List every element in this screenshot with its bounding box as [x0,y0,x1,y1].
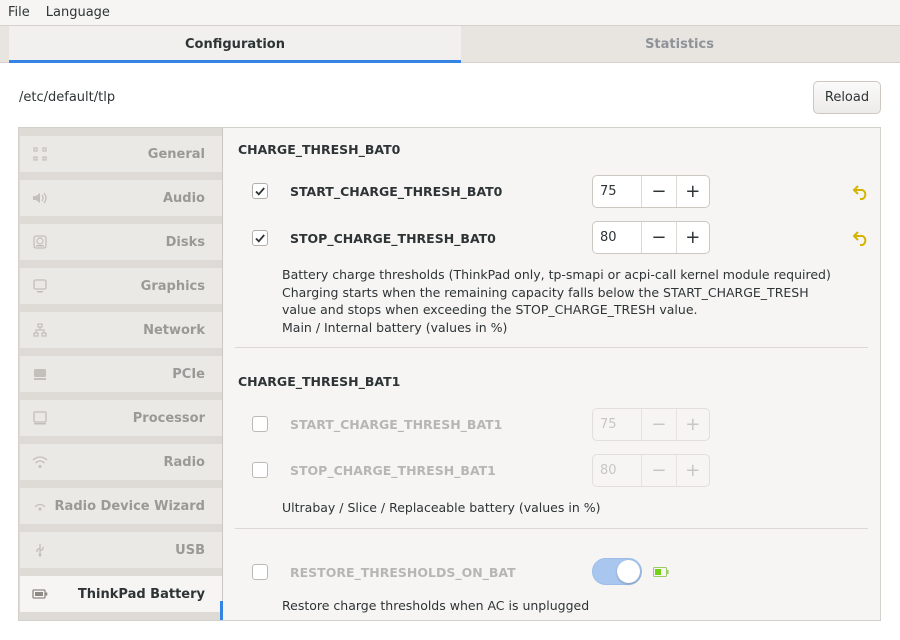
undo-icon[interactable] [852,184,870,200]
sidebar-item-label: Radio Device Wizard [54,498,205,514]
stop-charge-thresh-bat0-spinbutton[interactable]: 80 − + [592,221,710,254]
sidebar-item-label: Disks [165,234,205,250]
processor-icon [32,411,48,425]
bat0-description: Battery charge thresholds (ThinkPad only… [282,267,831,335]
reload-button[interactable]: Reload [813,81,881,114]
start-charge-thresh-bat0-checkbox[interactable] [252,183,268,199]
stop-charge-thresh-bat1-label: STOP_CHARGE_THRESH_BAT1 [290,463,496,478]
separator [235,528,868,529]
decrement-button[interactable]: − [642,176,675,207]
general-icon [32,147,48,161]
stop-charge-thresh-bat1-checkbox[interactable] [252,462,268,478]
bat1-description: Ultrabay / Slice / Replaceable battery (… [282,500,601,515]
increment-button[interactable]: + [675,176,709,207]
disk-icon [32,235,48,249]
pcie-icon [32,367,48,381]
speaker-icon [32,191,48,205]
battery-settings: CHARGE_THRESH_BAT0 START_CHARGE_THRESH_B… [223,128,880,620]
section-title-bat0: CHARGE_THRESH_BAT0 [238,142,401,157]
undo-icon[interactable] [852,230,870,246]
sidebar-item-graphics[interactable]: Graphics [20,268,222,304]
menu-language[interactable]: Language [38,0,118,25]
tab-statistics[interactable]: Statistics [461,26,898,63]
sidebar-item-processor[interactable]: Processor [20,400,222,436]
sidebar-item-network[interactable]: Network [20,312,222,348]
usb-icon [32,543,48,557]
sidebar-item-label: Radio [163,454,205,470]
battery-icon [32,587,48,601]
network-icon [32,323,48,337]
checkmark-icon [255,234,265,243]
sidebar-item-label: Processor [132,410,205,426]
tab-configuration[interactable]: Configuration [9,26,461,63]
sidebar-item-label: General [147,146,205,162]
increment-button[interactable]: + [675,455,709,486]
settings-panel: General Audio Disks Graphics Network PCI… [18,127,881,621]
sidebar-item-radio-device-wizard[interactable]: Radio Device Wizard [20,488,222,524]
wizard-icon [32,499,48,513]
separator [235,347,868,348]
increment-button[interactable]: + [675,409,709,440]
decrement-button[interactable]: − [642,455,675,486]
spin-value[interactable]: 75 [593,409,643,440]
start-charge-thresh-bat1-checkbox[interactable] [252,416,268,432]
menu-file[interactable]: File [0,0,38,25]
decrement-button[interactable]: − [642,409,675,440]
toggle-knob[interactable] [617,560,640,583]
sidebar-item-label: ThinkPad Battery [77,586,205,602]
sidebar-item-pcie[interactable]: PCIe [20,356,222,392]
start-charge-thresh-bat0-label: START_CHARGE_THRESH_BAT0 [290,184,503,199]
spin-value[interactable]: 75 [593,176,643,207]
monitor-icon [32,279,48,293]
sidebar-item-audio[interactable]: Audio [20,180,222,216]
start-charge-thresh-bat0-spinbutton[interactable]: 75 − + [592,175,710,208]
spin-value[interactable]: 80 [593,222,643,253]
sidebar-item-general[interactable]: General [20,136,222,172]
wifi-icon [32,455,48,469]
stop-charge-thresh-bat0-checkbox[interactable] [252,230,268,246]
config-file-path: /etc/default/tlp [19,90,116,105]
sidebar-item-label: Network [143,322,205,338]
restore-thresholds-on-bat-checkbox[interactable] [252,564,268,580]
sidebar-item-disks[interactable]: Disks [20,224,222,260]
sidebar-item-radio[interactable]: Radio [20,444,222,480]
restore-description: Restore charge thresholds when AC is unp… [282,598,590,613]
spin-value[interactable]: 80 [593,455,643,486]
increment-button[interactable]: + [675,222,709,253]
battery-charging-icon [653,567,669,577]
restore-thresholds-toggle[interactable] [592,558,642,585]
sidebar-item-label: PCIe [172,366,205,382]
stop-charge-thresh-bat1-spinbutton[interactable]: 80 − + [592,454,710,487]
stop-charge-thresh-bat0-label: STOP_CHARGE_THRESH_BAT0 [290,231,496,246]
tab-bar: Configuration Statistics [0,25,900,63]
sidebar-item-label: Graphics [140,278,205,294]
decrement-button[interactable]: − [642,222,675,253]
menubar: File Language [0,0,900,25]
sidebar-item-label: USB [175,542,205,558]
sidebar: General Audio Disks Graphics Network PCI… [19,128,223,620]
sidebar-item-usb[interactable]: USB [20,532,222,568]
sidebar-item-label: Audio [162,190,205,206]
start-charge-thresh-bat1-label: START_CHARGE_THRESH_BAT1 [290,417,503,432]
restore-thresholds-on-bat-label: RESTORE_THRESHOLDS_ON_BAT [290,565,516,580]
sidebar-item-thinkpad-battery[interactable]: ThinkPad Battery [20,576,222,612]
section-title-bat1: CHARGE_THRESH_BAT1 [238,374,401,389]
start-charge-thresh-bat1-spinbutton[interactable]: 75 − + [592,408,710,441]
checkmark-icon [255,187,265,196]
